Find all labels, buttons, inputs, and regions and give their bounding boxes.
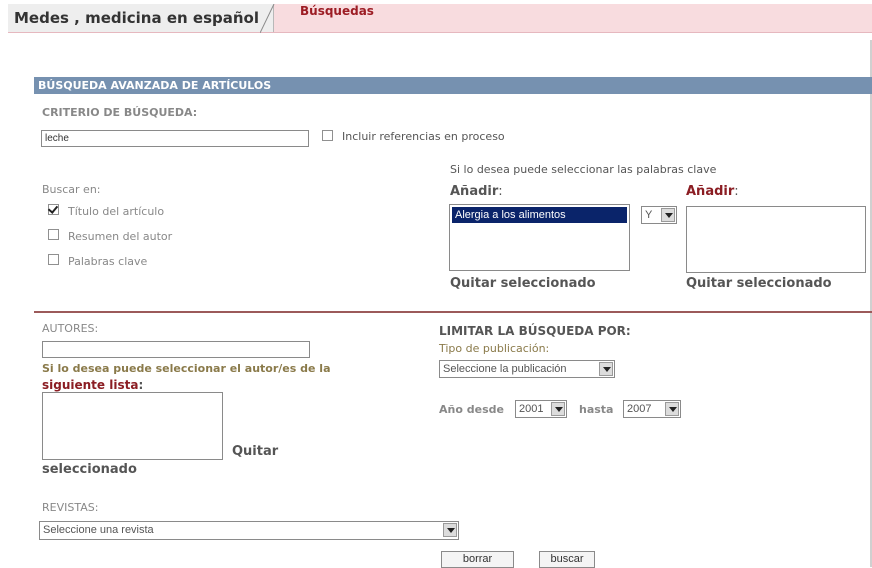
section-header: BÚSQUEDA AVANZADA DE ARTÍCULOS — [34, 77, 872, 94]
include-refs-checkbox[interactable] — [322, 130, 333, 141]
year-from-value: 2001 — [519, 403, 544, 415]
authors-list-label: siguiente lista: — [42, 374, 143, 393]
chevron-down-icon — [443, 523, 457, 537]
pub-type-label: Tipo de publicación: — [439, 342, 550, 355]
title-checkbox[interactable] — [48, 204, 59, 215]
pub-type-select[interactable]: Seleccione la publicación — [439, 360, 615, 378]
title-option-label: Título del artículo — [68, 205, 165, 218]
journal-select[interactable]: Seleccione una revista — [39, 521, 459, 540]
keywords-right-list[interactable] — [686, 206, 866, 273]
search-in-heading: Buscar en: — [42, 183, 101, 196]
journals-heading: REVISTAS: — [42, 501, 99, 514]
chevron-down-icon — [665, 402, 679, 416]
limit-heading: LIMITAR LA BÚSQUEDA POR: — [439, 324, 631, 338]
keywords-checkbox[interactable] — [48, 254, 59, 265]
add-right-colon: : — [734, 184, 739, 199]
year-from-select[interactable]: 2001 — [515, 400, 567, 418]
tab-busquedas[interactable]: Búsquedas — [300, 4, 374, 32]
tab-separator — [260, 4, 275, 33]
section-divider — [34, 311, 872, 313]
clear-button[interactable]: borrar — [441, 551, 514, 568]
chevron-down-icon — [661, 208, 675, 222]
add-left-text: Añadir — [450, 184, 499, 199]
remove-author-link-part2[interactable]: seleccionado — [42, 462, 137, 477]
chevron-down-icon — [599, 362, 613, 376]
keywords-hint: Si lo desea puede seleccionar las palabr… — [450, 163, 717, 176]
year-to-label: hasta — [579, 403, 614, 416]
authors-heading: AUTORES: — [42, 322, 99, 335]
criteria-heading: CRITERIO DE BÚSQUEDA: — [42, 106, 198, 119]
year-to-value: 2007 — [627, 403, 652, 415]
chevron-down-icon — [551, 402, 565, 416]
operator-select[interactable]: Y — [641, 206, 677, 224]
include-refs-label: Incluir referencias en proceso — [342, 130, 505, 143]
search-button[interactable]: buscar — [539, 551, 595, 568]
abstract-checkbox[interactable] — [48, 229, 59, 240]
keyword-item[interactable]: Alergia a los alimentos — [452, 207, 627, 223]
pub-type-value: Seleccione la publicación — [443, 363, 567, 375]
keywords-option-label: Palabras clave — [68, 255, 148, 268]
tab-medes[interactable]: Medes , medicina en español — [8, 4, 274, 32]
journal-value: Seleccione una revista — [43, 524, 154, 536]
remove-keyword-right[interactable]: Quitar seleccionado — [686, 276, 832, 291]
remove-keyword-left[interactable]: Quitar seleccionado — [450, 276, 596, 291]
add-keyword-label-left: Añadir: — [450, 180, 503, 199]
remove-author-link-part1[interactable]: Quitar — [232, 444, 278, 459]
operator-value: Y — [645, 209, 653, 221]
authors-list[interactable] — [42, 392, 223, 460]
year-to-select[interactable]: 2007 — [623, 400, 681, 418]
year-from-label: Año desde — [439, 403, 504, 416]
add-right-text: Añadir — [686, 184, 735, 199]
add-keyword-label-right: Añadir: — [686, 180, 739, 199]
add-left-colon: : — [498, 184, 503, 199]
authors-list-text: siguiente lista — [42, 378, 139, 392]
authors-list-colon: : — [138, 378, 144, 392]
abstract-option-label: Resumen del autor — [68, 230, 173, 243]
search-input[interactable] — [41, 130, 309, 147]
authors-input[interactable] — [42, 341, 310, 358]
keywords-selected-list[interactable]: Alergia a los alimentos — [449, 204, 630, 271]
